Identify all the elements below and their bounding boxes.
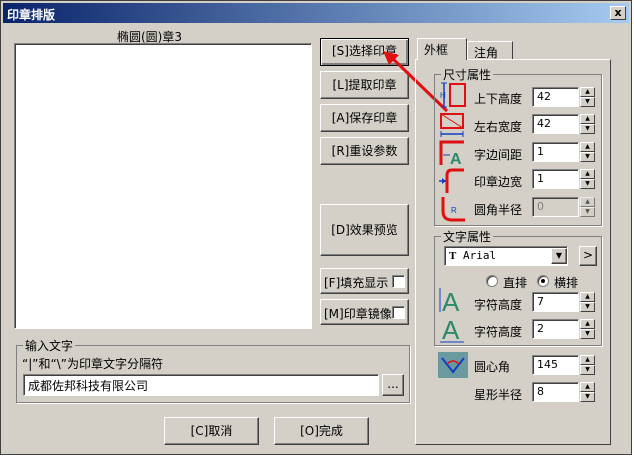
width-input[interactable]: 42	[532, 114, 579, 134]
border-width-icon	[439, 168, 464, 193]
height-label: 上下高度	[474, 92, 523, 106]
border-width-input[interactable]: 1	[532, 169, 579, 189]
corner-radius-label: 圆角半径	[474, 203, 523, 217]
spin-down-icon[interactable]: ▼	[580, 365, 595, 375]
width-label: 左右宽度	[474, 120, 523, 134]
corner-radius-icon: R	[441, 197, 465, 222]
fill-display-checkbox[interactable]	[392, 275, 405, 288]
tab-outer-frame[interactable]: 外框	[417, 38, 467, 60]
vertical-radio[interactable]	[486, 275, 498, 287]
corner-radius-input: 0	[532, 197, 579, 217]
svg-text:H: H	[440, 91, 446, 100]
char-height-icon: A	[439, 287, 460, 314]
border-width-spinner[interactable]: ▲ ▼	[580, 169, 595, 189]
center-angle-input[interactable]: 145	[532, 355, 579, 375]
separator-hint: “|”和“\”为印章文字分隔符	[22, 357, 163, 371]
height-input[interactable]: 42	[532, 87, 579, 107]
preview-effect-button[interactable]: [D]效果预览	[320, 204, 409, 256]
done-button[interactable]: [O]完成	[274, 417, 369, 445]
width-spinner[interactable]: ▲ ▼	[580, 114, 595, 134]
char-width-icon: A	[440, 315, 464, 343]
mirror-seal-checkbox[interactable]	[392, 306, 405, 319]
spin-down-icon[interactable]: ▼	[580, 302, 595, 312]
spin-up-icon[interactable]: ▲	[580, 142, 595, 152]
char-spacing-spinner[interactable]: ▲ ▼	[580, 142, 595, 162]
svg-text:A: A	[450, 151, 462, 167]
input-text-legend: 输入文字	[23, 337, 76, 354]
window-title: 印章排版	[7, 8, 56, 22]
horizontal-radio-label: 横排	[554, 276, 579, 290]
spin-up-icon[interactable]: ▲	[580, 382, 595, 392]
spin-down-icon: ▼	[580, 207, 595, 217]
font-name: Arial	[462, 249, 497, 262]
spin-up-icon[interactable]: ▲	[580, 87, 595, 97]
spin-down-icon[interactable]: ▼	[580, 179, 595, 189]
font-more-button[interactable]: >	[579, 246, 597, 266]
star-radius-spinner[interactable]: ▲ ▼	[580, 382, 595, 402]
center-angle-label: 圆心角	[474, 360, 511, 374]
char-width-spinner[interactable]: ▲ ▼	[580, 319, 595, 339]
char-width-input[interactable]: 2	[532, 319, 579, 339]
tab-corner-note[interactable]: 注角	[467, 41, 513, 60]
corner-radius-spinner: ▲ ▼	[580, 197, 595, 217]
fill-display-toggle[interactable]: [F]填充显示	[320, 268, 409, 294]
seal-layout-dialog: 印章排版 x 椭圆(圆)章3 [S]选择印章 [L]提取印章 [A]保存印章 […	[0, 0, 632, 455]
spin-down-icon[interactable]: ▼	[580, 392, 595, 402]
mirror-seal-label: [M]印章镜像	[324, 307, 392, 321]
center-angle-spinner[interactable]: ▲ ▼	[580, 355, 595, 375]
star-radius-input[interactable]: 8	[532, 382, 579, 402]
spin-down-icon[interactable]: ▼	[580, 97, 595, 107]
mirror-seal-toggle[interactable]: [M]印章镜像	[320, 299, 409, 325]
chevron-down-icon[interactable]: ▼	[551, 248, 567, 264]
spin-up-icon: ▲	[580, 197, 595, 207]
char-spacing-icon: A	[439, 140, 464, 167]
spin-up-icon[interactable]: ▲	[580, 319, 595, 329]
spin-up-icon[interactable]: ▲	[580, 114, 595, 124]
spin-down-icon[interactable]: ▼	[580, 152, 595, 162]
close-button[interactable]: x	[610, 6, 626, 20]
char-height-label: 字符高度	[474, 298, 523, 312]
spin-down-icon[interactable]: ▼	[580, 124, 595, 134]
char-width-label: 字符高度	[474, 325, 523, 339]
spin-up-icon[interactable]: ▲	[580, 292, 595, 302]
svg-text:A: A	[442, 287, 460, 314]
spin-up-icon[interactable]: ▲	[580, 169, 595, 179]
char-spacing-label: 字边间距	[474, 148, 523, 162]
spin-down-icon[interactable]: ▼	[580, 329, 595, 339]
browse-button[interactable]: ...	[382, 374, 404, 396]
cancel-button[interactable]: [C]取消	[164, 417, 259, 445]
height-spinner[interactable]: ▲ ▼	[580, 87, 595, 107]
seal-text-input[interactable]: 成都佐邦科技有限公司	[23, 374, 379, 396]
star-radius-label: 星形半径	[474, 388, 523, 402]
font-select[interactable]: T Arial	[444, 246, 568, 266]
svg-text:A: A	[442, 315, 460, 343]
height-icon: H	[440, 82, 466, 108]
reset-params-button[interactable]: [R]重设参数	[320, 137, 409, 165]
vertical-radio-label: 直排	[503, 276, 528, 290]
char-spacing-input[interactable]: 1	[532, 142, 579, 162]
input-text-group: 输入文字 “|”和“\”为印章文字分隔符 成都佐邦科技有限公司 ...	[16, 337, 410, 403]
seal-preview-canvas	[14, 43, 312, 329]
fill-display-label: [F]填充显示	[324, 276, 389, 290]
center-angle-icon	[438, 352, 468, 378]
width-icon	[440, 113, 464, 137]
char-height-spinner[interactable]: ▲ ▼	[580, 292, 595, 312]
border-width-label: 印章边宽	[474, 175, 523, 189]
title-bar[interactable]: 印章排版 x	[3, 3, 629, 23]
char-height-input[interactable]: 7	[532, 292, 579, 312]
text-properties-legend: 文字属性	[441, 228, 494, 245]
horizontal-radio[interactable]	[537, 275, 549, 287]
truetype-icon: T	[449, 250, 457, 262]
spin-up-icon[interactable]: ▲	[580, 355, 595, 365]
svg-text:R: R	[451, 206, 457, 215]
